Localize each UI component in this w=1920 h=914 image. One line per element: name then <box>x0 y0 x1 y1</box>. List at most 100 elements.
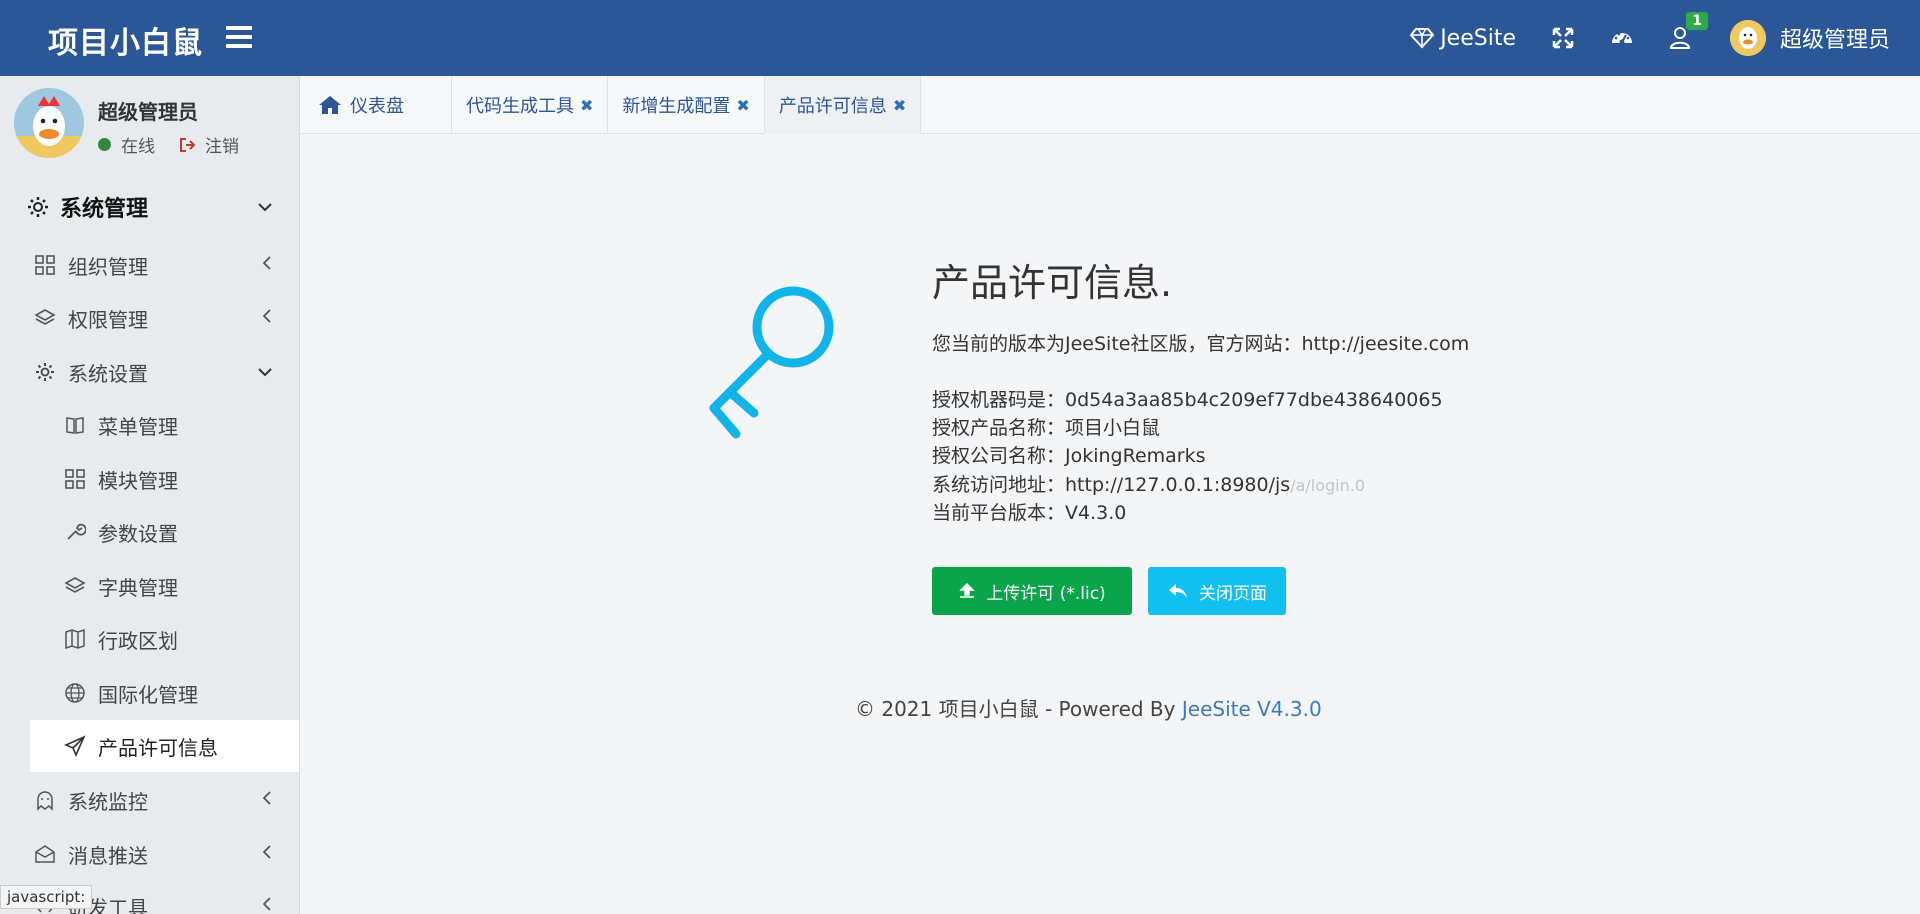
upload-icon <box>959 582 976 598</box>
sidebar-item-system-management[interactable]: 系统管理 <box>0 182 299 232</box>
sidebar-item-label: 参数设置 <box>98 521 178 546</box>
access-url-suffix: /a/login.0 <box>1290 476 1366 495</box>
sidebar-item-messages[interactable]: 消息推送 <box>0 830 299 878</box>
tab-product-license[interactable]: 产品许可信息 ✖ <box>764 76 922 134</box>
chevron-down-icon <box>258 203 272 212</box>
sidebar-item-label: 系统监控 <box>68 789 148 814</box>
sidebar-item-label: 组织管理 <box>68 254 148 279</box>
fullscreen-icon <box>1552 27 1574 49</box>
upload-label: 上传许可 (*.lic) <box>986 583 1106 604</box>
close-icon[interactable]: ✖ <box>736 96 749 115</box>
access-url-main: 系统访问地址：http://127.0.0.1:8980/js <box>932 474 1291 496</box>
sidebar-item-system-settings[interactable]: 系统设置 <box>0 348 299 396</box>
sidebar-item-params[interactable]: 参数设置 <box>0 508 299 556</box>
sidebar-item-label: 行政区划 <box>98 628 178 653</box>
sidebar-item-label: 模块管理 <box>98 468 178 493</box>
sidebar-user-name: 超级管理员 <box>98 100 198 124</box>
jeesite-link[interactable]: JeeSite <box>1410 26 1516 51</box>
user-menu[interactable]: 超级管理员 <box>1729 20 1890 56</box>
tab-label: 代码生成工具 <box>466 96 574 117</box>
close-page-label: 关闭页面 <box>1199 583 1267 604</box>
home-icon <box>319 96 341 114</box>
close-icon[interactable]: ✖ <box>580 96 593 115</box>
grid-icon <box>65 469 85 489</box>
status-bar-tooltip: javascript: <box>0 885 93 909</box>
sidebar-item-label: 产品许可信息 <box>98 735 218 760</box>
sidebar-item-label: 菜单管理 <box>98 414 178 439</box>
sidebar-item-permission[interactable]: 权限管理 <box>0 294 299 342</box>
sidebar: 超级管理员 在线 注销 系统管理 组织管理 权限管理 系统设置 菜单管理 模块管… <box>0 76 300 914</box>
menu-toggle-icon[interactable] <box>226 26 252 48</box>
dashboard-button[interactable] <box>1610 27 1634 49</box>
sidebar-item-menu-management[interactable]: 菜单管理 <box>0 401 299 449</box>
chevron-left-icon <box>262 791 271 805</box>
access-url: 系统访问地址：http://127.0.0.1:8980/js/a/login.… <box>932 470 1365 497</box>
close-page-button[interactable]: 关闭页面 <box>1148 567 1286 615</box>
footer-jeesite-link[interactable]: JeeSite V4.3.0 <box>1182 697 1322 721</box>
upload-license-button[interactable]: 上传许可 (*.lic) <box>932 567 1132 615</box>
diamond-icon <box>1410 28 1435 49</box>
layers-icon <box>34 309 56 325</box>
sidebar-item-label: 消息推送 <box>68 843 148 868</box>
footer-text: © 2021 项目小白鼠 - Powered By <box>855 697 1182 721</box>
page-title: 产品许可信息. <box>932 261 1173 305</box>
tab-label: 仪表盘 <box>350 96 404 117</box>
online-dot-icon <box>98 138 111 151</box>
tab-dashboard[interactable]: 仪表盘 <box>300 76 452 134</box>
header-actions: JeeSite 1 超级管理员 <box>1374 0 1890 76</box>
close-icon[interactable]: ✖ <box>893 96 906 115</box>
dashboard-icon <box>1611 32 1632 45</box>
sidebar-item-module-management[interactable]: 模块管理 <box>0 455 299 503</box>
product-name: 授权产品名称：项目小白鼠 <box>932 417 1161 439</box>
tab-label: 新增生成配置 <box>622 96 731 117</box>
tab-new-gen-config[interactable]: 新增生成配置 ✖ <box>608 76 765 134</box>
platform-version: 当前平台版本：V4.3.0 <box>932 502 1127 524</box>
sidebar-item-org[interactable]: 组织管理 <box>0 241 299 289</box>
key-icon <box>709 286 834 439</box>
avatar <box>1729 20 1766 56</box>
grid-icon <box>35 255 55 275</box>
ghost-icon <box>37 791 53 811</box>
sidebar-item-label: 系统设置 <box>68 361 148 386</box>
sidebar-item-label: 国际化管理 <box>98 682 198 707</box>
send-icon <box>64 735 86 757</box>
tab-code-generator[interactable]: 代码生成工具 ✖ <box>452 76 609 134</box>
fullscreen-button[interactable] <box>1552 27 1574 49</box>
notifications-button[interactable]: 1 <box>1669 12 1708 50</box>
footer: © 2021 项目小白鼠 - Powered By JeeSite V4.3.0 <box>855 693 1322 722</box>
chevron-down-icon <box>258 368 272 377</box>
layers-icon <box>64 577 86 593</box>
gear-icon <box>36 363 54 381</box>
wrench-icon <box>67 523 86 540</box>
notification-badge: 1 <box>1686 12 1708 30</box>
globe-icon <box>65 683 85 703</box>
brand-title[interactable]: 项目小白鼠 <box>48 18 203 62</box>
chevron-left-icon <box>262 256 271 270</box>
sidebar-item-label: 字典管理 <box>98 575 178 600</box>
logout-label: 注销 <box>205 137 239 157</box>
sign-out-icon <box>180 137 196 152</box>
logout-link[interactable]: 注销 <box>179 132 239 157</box>
user-panel: 超级管理员 在线 注销 <box>0 76 299 170</box>
header-user-name: 超级管理员 <box>1779 28 1890 53</box>
sidebar-item-region[interactable]: 行政区划 <box>0 615 299 663</box>
sidebar-item-dictionary[interactable]: 字典管理 <box>0 562 299 610</box>
sidebar-item-label: 系统管理 <box>60 197 149 222</box>
user-status: 在线 注销 <box>98 132 239 157</box>
chevron-left-icon <box>262 845 271 859</box>
jeesite-label: JeeSite <box>1440 25 1516 51</box>
map-icon <box>65 628 85 650</box>
top-header: 项目小白鼠 JeeSite 1 超级管理员 <box>0 0 1920 76</box>
avatar <box>14 88 84 158</box>
sidebar-item-license[interactable]: 产品许可信息 <box>30 720 299 772</box>
envelope-icon <box>35 845 55 863</box>
gear-icon <box>28 197 48 217</box>
chevron-left-icon <box>262 309 271 323</box>
tab-bar: 仪表盘 代码生成工具 ✖ 新增生成配置 ✖ 产品许可信息 ✖ <box>300 76 1920 134</box>
sidebar-item-i18n[interactable]: 国际化管理 <box>0 669 299 717</box>
tab-label: 产品许可信息 <box>778 96 887 117</box>
online-label: 在线 <box>121 137 155 157</box>
reply-icon <box>1169 584 1187 598</box>
sidebar-item-monitor[interactable]: 系统监控 <box>0 776 299 824</box>
company-name: 授权公司名称：JokingRemarks <box>932 445 1206 467</box>
